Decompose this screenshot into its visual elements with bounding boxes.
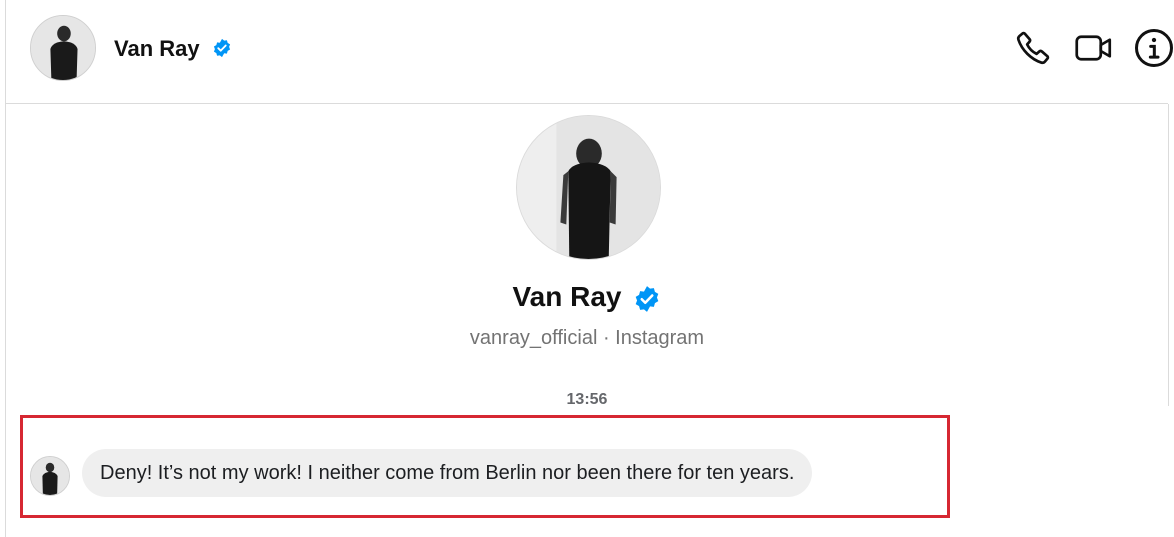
profile-avatar[interactable] <box>516 115 661 260</box>
verified-badge-icon <box>212 38 232 58</box>
header-contact-name[interactable]: Van Ray <box>114 36 200 62</box>
person-photo-icon <box>517 116 660 259</box>
message-text: Deny! It’s not my work! I neither come f… <box>100 461 795 484</box>
video-camera-icon[interactable] <box>1074 30 1114 66</box>
person-photo-icon <box>31 16 95 80</box>
info-icon[interactable] <box>1134 28 1174 68</box>
profile-name: Van Ray <box>512 281 622 312</box>
phone-icon[interactable] <box>1015 30 1051 66</box>
chat-header: Van Ray <box>6 0 1173 104</box>
message-timestamp: 13:56 <box>566 391 608 408</box>
message-bubble[interactable]: Deny! It’s not my work! I neither come f… <box>82 449 813 497</box>
profile-name-row: Van Ray <box>0 281 1174 313</box>
header-avatar[interactable] <box>30 15 96 81</box>
verified-badge-icon <box>633 285 661 313</box>
person-photo-icon <box>31 457 69 495</box>
panel-right-border <box>1168 104 1169 406</box>
profile-subtitle: vanray_official · Instagram <box>469 327 705 349</box>
message-avatar[interactable] <box>30 456 70 496</box>
